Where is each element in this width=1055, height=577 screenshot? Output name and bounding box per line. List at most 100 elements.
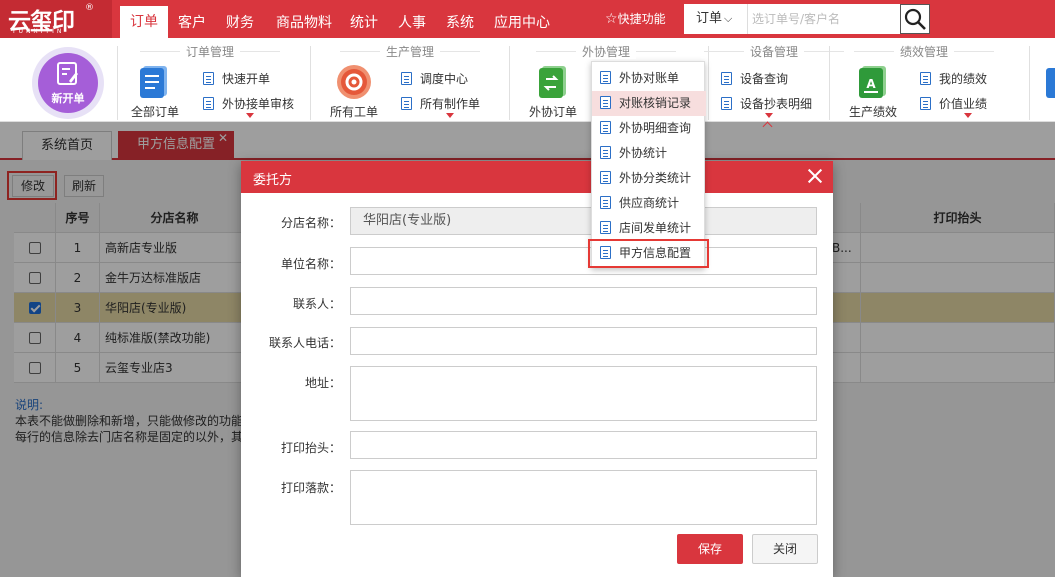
document-icon bbox=[401, 97, 412, 110]
logo-reg-mark: ® bbox=[85, 3, 94, 13]
unit-name-label: 单位名称： bbox=[280, 257, 341, 271]
meter-detail-item[interactable]: 设备抄表明细 bbox=[721, 95, 812, 112]
ribbon-separator bbox=[509, 46, 510, 120]
store-name-field: 华阳店(专业版) bbox=[350, 207, 817, 235]
brand-logo[interactable]: 云玺印 ® YUNXIYIN bbox=[0, 0, 112, 38]
nav-item-system[interactable]: 系统 bbox=[440, 0, 480, 38]
client-config-dialog: 委托方 分店名称： 华阳店(专业版) 单位名称： 联系人： 联系人电话： 地址：… bbox=[241, 161, 833, 577]
dialog-title: 委托方 bbox=[253, 173, 293, 188]
save-button[interactable]: 保存 bbox=[677, 534, 743, 564]
outsource-dropdown-menu: 外协对账单 对账核销记录 外协明细查询 外协统计 外协分类统计 供应商统计 店间… bbox=[591, 61, 706, 268]
menu-highlight-box bbox=[588, 239, 709, 268]
address-field[interactable] bbox=[350, 366, 817, 421]
outsource-orders-label[interactable]: 外协订单 bbox=[529, 103, 577, 120]
document-icon bbox=[600, 146, 611, 159]
performance-chart-icon: A bbox=[859, 66, 886, 98]
search-button[interactable] bbox=[900, 4, 930, 34]
print-header-field[interactable] bbox=[350, 431, 817, 459]
nav-item-goods[interactable]: 商品物料 bbox=[268, 0, 340, 38]
caret-down-icon[interactable] bbox=[446, 113, 454, 118]
star-icon: ☆ bbox=[605, 11, 618, 27]
search-icon bbox=[904, 8, 926, 30]
orders-document-icon bbox=[140, 66, 167, 98]
menu-item-supplier-stats[interactable]: 供应商统计 bbox=[592, 191, 706, 216]
caret-down-icon[interactable] bbox=[246, 113, 254, 118]
group-title-equipment-mgmt: 设备管理 bbox=[704, 43, 844, 60]
nav-item-app-center[interactable]: 应用中心 bbox=[490, 0, 554, 38]
search-box: 订单 ⌵ bbox=[684, 4, 930, 34]
new-order-label: 新开单 bbox=[51, 92, 85, 105]
contact-phone-label: 联系人电话： bbox=[268, 336, 341, 350]
menu-item-outsource-stats[interactable]: 外协统计 bbox=[592, 141, 706, 166]
print-footer-label: 打印落款： bbox=[280, 481, 341, 495]
ribbon-separator bbox=[117, 46, 118, 120]
all-orders-button[interactable] bbox=[137, 64, 171, 100]
nav-item-hr[interactable]: 人事 bbox=[392, 0, 432, 38]
document-icon bbox=[203, 72, 214, 85]
close-icon[interactable] bbox=[806, 167, 824, 185]
all-work-orders-label[interactable]: 所有工单 bbox=[330, 103, 378, 120]
new-order-button[interactable]: 新开单 bbox=[32, 47, 104, 119]
edit-document-icon bbox=[57, 62, 78, 85]
chevron-down-icon: ⌵ bbox=[724, 12, 733, 25]
caret-down-icon[interactable] bbox=[765, 113, 773, 118]
logo-subtext: YUNXIYIN bbox=[12, 28, 65, 35]
nav-item-finance[interactable]: 财务 bbox=[218, 0, 262, 38]
search-type-select[interactable]: 订单 ⌵ bbox=[684, 4, 748, 34]
outsource-review-item[interactable]: 外协接单审核 bbox=[203, 95, 294, 112]
menu-item-outsource-category-stats[interactable]: 外协分类统计 bbox=[592, 166, 706, 191]
quick-functions-label: 快捷功能 bbox=[617, 12, 666, 26]
group-title-production-mgmt: 生产管理 bbox=[340, 43, 480, 60]
ribbon-separator bbox=[310, 46, 311, 120]
caret-down-icon[interactable] bbox=[964, 113, 972, 118]
nav-item-order[interactable]: 订单 bbox=[120, 6, 168, 38]
partial-ribbon-icon[interactable] bbox=[1046, 68, 1055, 98]
unit-name-field[interactable] bbox=[350, 247, 817, 275]
document-icon bbox=[721, 72, 732, 85]
menu-item-reconciliation-record[interactable]: 对账核销记录 bbox=[592, 91, 706, 116]
nav-item-stats[interactable]: 统计 bbox=[344, 0, 384, 38]
quick-functions-button[interactable]: ☆快捷功能 bbox=[605, 10, 666, 27]
search-input[interactable] bbox=[750, 4, 900, 34]
nav-item-customer[interactable]: 客户 bbox=[170, 0, 214, 38]
production-performance-button[interactable]: A bbox=[856, 64, 890, 100]
dispatch-center-item[interactable]: 调度中心 bbox=[401, 70, 468, 87]
document-icon bbox=[401, 72, 412, 85]
top-nav-bar: 云玺印 ® YUNXIYIN 订单 客户 财务 商品物料 统计 人事 系统 应用… bbox=[0, 0, 1055, 38]
svg-text:A: A bbox=[866, 77, 876, 91]
menu-item-outsource-statement[interactable]: 外协对账单 bbox=[592, 66, 706, 91]
all-orders-label[interactable]: 全部订单 bbox=[131, 103, 179, 120]
all-work-orders-button[interactable] bbox=[336, 64, 372, 100]
close-button[interactable]: 关闭 bbox=[752, 534, 818, 564]
document-icon bbox=[920, 97, 931, 110]
function-ribbon: 新开单 订单管理 全部订单 快速开单 外协接单审核 生产管理 所有工单 调度中心… bbox=[0, 38, 1055, 122]
document-icon bbox=[600, 196, 611, 209]
value-performance-item[interactable]: 价值业绩 bbox=[920, 95, 987, 112]
ribbon-separator bbox=[708, 46, 709, 120]
new-order-circle: 新开单 bbox=[38, 53, 98, 113]
group-title-outsource-mgmt: 外协管理 bbox=[536, 43, 676, 60]
contact-phone-field[interactable] bbox=[350, 327, 817, 355]
document-icon bbox=[203, 97, 214, 110]
document-icon bbox=[600, 71, 611, 84]
document-icon bbox=[600, 221, 611, 234]
equipment-query-item[interactable]: 设备查询 bbox=[721, 70, 788, 87]
contact-label: 联系人： bbox=[292, 297, 341, 311]
production-performance-label[interactable]: 生产绩效 bbox=[849, 103, 897, 120]
work-order-gear-icon bbox=[337, 65, 371, 99]
document-icon bbox=[600, 171, 611, 184]
document-icon bbox=[721, 97, 732, 110]
contact-field[interactable] bbox=[350, 287, 817, 315]
menu-item-outsource-detail[interactable]: 外协明细查询 bbox=[592, 116, 706, 141]
my-performance-item[interactable]: 我的绩效 bbox=[920, 70, 987, 87]
menu-item-inter-store-stats[interactable]: 店间发单统计 bbox=[592, 216, 706, 241]
group-title-performance-mgmt: 绩效管理 bbox=[854, 43, 994, 60]
print-footer-field[interactable] bbox=[350, 470, 817, 525]
address-label: 地址： bbox=[304, 376, 341, 390]
quick-order-item[interactable]: 快速开单 bbox=[203, 70, 270, 87]
outsource-exchange-icon bbox=[539, 66, 566, 98]
ribbon-separator bbox=[829, 46, 830, 120]
document-icon bbox=[600, 121, 611, 134]
all-production-orders-item[interactable]: 所有制作单 bbox=[401, 95, 480, 112]
outsource-orders-button[interactable] bbox=[536, 64, 570, 100]
